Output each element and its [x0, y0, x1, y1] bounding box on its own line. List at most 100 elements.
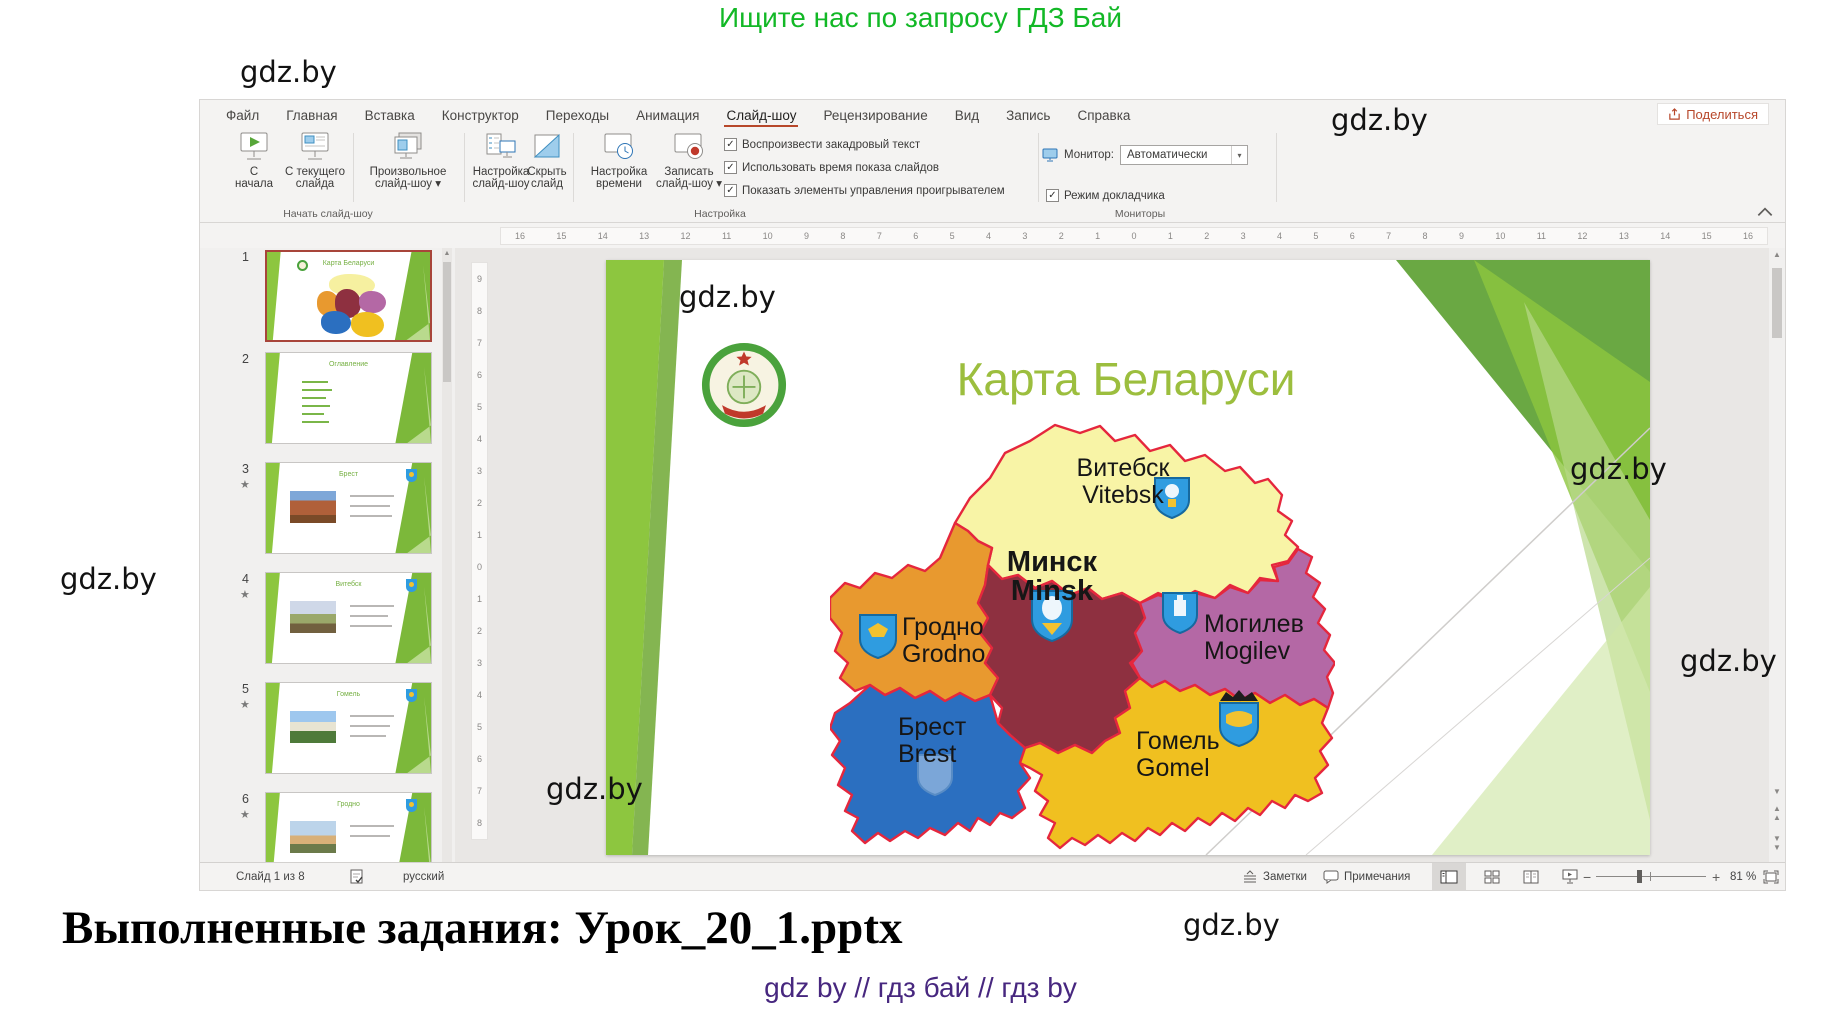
tab-animations[interactable]: Анимация — [636, 108, 699, 123]
zoom-slider-thumb[interactable] — [1637, 870, 1642, 883]
hide-slide-icon — [529, 131, 565, 163]
slide-scrollbar[interactable]: ▲ ▼ ▲▲ ▼▼ — [1769, 248, 1785, 862]
zoom-slider-track[interactable] — [1596, 876, 1706, 877]
transition-star-icon: ★ — [240, 478, 250, 491]
slide-thumbnail-2[interactable]: Оглавление — [265, 352, 432, 444]
map-label-vitebsk-en: Vitebsk — [1082, 481, 1164, 509]
collapse-ribbon-icon[interactable] — [1757, 206, 1773, 218]
from-current-slide-button[interactable]: С текущего слайда — [284, 131, 346, 190]
notes-button[interactable]: Заметки — [1242, 863, 1307, 890]
tab-insert[interactable]: Вставка — [365, 108, 415, 123]
language-indicator[interactable]: русский — [403, 863, 444, 890]
tab-design[interactable]: Конструктор — [442, 108, 519, 123]
zoom-out-button[interactable]: − — [1583, 863, 1591, 890]
watermark: gdz.by — [679, 280, 776, 314]
city-crest-icon — [406, 469, 417, 482]
use-timings-checkbox[interactable]: ✓ Использовать время показа слайдов — [724, 161, 939, 174]
slideshow-view-button[interactable] — [1553, 863, 1587, 890]
slide-thumbnail-panel: 1 Карта Беларуси 2 Оглавление — [200, 248, 455, 862]
tab-help[interactable]: Справка — [1077, 108, 1130, 123]
ribbon: С начала С текущего слайда Произвольное … — [200, 127, 1785, 223]
record-slideshow-button[interactable]: Записать слайд-шоу ▾ — [652, 131, 726, 190]
from-beginning-button[interactable]: С начала — [226, 131, 282, 190]
previous-slide-icon[interactable]: ▲▲ — [1769, 804, 1785, 822]
city-crest-grodno — [860, 615, 896, 658]
transition-star-icon: ★ — [240, 698, 250, 711]
promo-banner: Ищите нас по запросу ГДЗ Бай — [0, 2, 1841, 34]
play-from-beginning-icon — [236, 131, 272, 163]
tab-view[interactable]: Вид — [955, 108, 979, 123]
tab-transitions[interactable]: Переходы — [546, 108, 609, 123]
share-button[interactable]: Поделиться — [1657, 103, 1769, 125]
tab-record[interactable]: Запись — [1006, 108, 1050, 123]
presenter-view-checkbox[interactable]: ✓ Режим докладчика — [1046, 189, 1165, 202]
powerpoint-window: Файл Главная Вставка Конструктор Переход… — [200, 100, 1785, 890]
map-label-gomel-ru: Гомель — [1136, 727, 1220, 755]
rehearse-timings-button[interactable]: Настройка времени — [588, 131, 650, 190]
reading-view-button[interactable] — [1514, 863, 1548, 890]
group-label-start-slideshow: Начать слайд-шоу — [218, 208, 438, 220]
thumbnail-row: 1 Карта Беларуси — [200, 250, 455, 342]
region-grodno — [830, 523, 998, 701]
scroll-up-icon[interactable]: ▲ — [1769, 250, 1785, 259]
horizontal-ruler: 16 15 14 13 12 11 10 9 8 7 6 5 4 3 2 1 0… — [500, 227, 1768, 245]
city-crest-icon — [406, 799, 417, 812]
chevron-down-icon: ▾ — [1231, 146, 1247, 164]
monitor-icon — [1042, 148, 1058, 162]
fit-slide-to-window-button[interactable] — [1763, 863, 1779, 890]
group-label-monitors: Мониторы — [1040, 208, 1240, 220]
normal-view-button[interactable] — [1432, 863, 1466, 890]
tab-file[interactable]: Файл — [226, 108, 259, 123]
slideshow-view-icon — [1562, 869, 1578, 884]
watermark: gdz.by — [1331, 103, 1428, 137]
fit-to-window-icon — [1763, 870, 1779, 884]
map-label-grodno-en: Grodno — [902, 640, 985, 668]
thumb-title: Карта Беларуси — [267, 260, 430, 267]
monitor-dropdown[interactable]: Автоматически ▾ — [1120, 145, 1248, 165]
slide-number: 6 — [242, 792, 249, 806]
play-narrations-checkbox[interactable]: ✓ Воспроизвести закадровый текст — [724, 138, 920, 151]
belarus-map[interactable]: Витебск Vitebsk Минск Minsk Гродно Grodn… — [830, 423, 1335, 855]
monitor-label: Монитор: — [1064, 149, 1114, 161]
show-media-controls-checkbox[interactable]: ✓ Показать элементы управления проигрыва… — [724, 184, 1005, 197]
custom-slideshow-button[interactable]: Произвольное слайд-шоу ▾ — [360, 131, 456, 190]
tab-review[interactable]: Рецензирование — [823, 108, 927, 123]
slide-sorter-view-button[interactable] — [1475, 863, 1509, 890]
slide-canvas[interactable]: Карта Беларуси — [606, 260, 1650, 855]
notes-icon — [1242, 870, 1258, 883]
slide-thumbnail-4[interactable]: Витебск — [265, 572, 432, 664]
map-label-vitebsk-ru: Витебск — [1077, 454, 1171, 482]
hide-slide-button[interactable]: Скрыть слайд — [522, 131, 572, 190]
thumb-title: Оглавление — [266, 361, 431, 368]
slide-thumbnail-1[interactable]: Карта Беларуси — [265, 250, 432, 342]
slide-thumbnail-5[interactable]: Гомель — [265, 682, 432, 774]
scrollbar-thumb[interactable] — [443, 262, 451, 382]
zoom-in-button[interactable]: + — [1712, 863, 1720, 890]
slide-editing-area: 9 8 7 6 5 4 3 2 1 0 1 2 3 4 5 6 7 8 — [455, 248, 1785, 862]
slide-number: 3 — [242, 462, 249, 476]
slide-number: 4 — [242, 572, 249, 586]
slide-thumbnail-6[interactable]: Гродно — [265, 792, 432, 862]
footer-tagline: gdz by // гдз бай // гдз by — [0, 972, 1841, 1004]
spell-check-icon[interactable] — [350, 863, 365, 890]
scroll-down-icon[interactable]: ▼ — [1769, 787, 1785, 796]
tab-home[interactable]: Главная — [286, 108, 337, 123]
dropdown-caret-icon: ▾ — [435, 178, 441, 190]
next-slide-icon[interactable]: ▼▼ — [1769, 834, 1785, 852]
map-label-brest-en: Brest — [898, 740, 956, 768]
slide-title[interactable]: Карта Беларуси — [906, 352, 1346, 406]
scrollbar-thumb[interactable] — [1772, 268, 1782, 338]
map-label-mogilev-en: Mogilev — [1204, 637, 1291, 665]
transition-star-icon: ★ — [240, 808, 250, 821]
slide-indicator: Слайд 1 из 8 — [236, 863, 305, 890]
thumbnail-scrollbar[interactable]: ▲ — [442, 248, 452, 862]
comments-button[interactable]: Примечания — [1323, 863, 1410, 890]
checkbox-checked-icon: ✓ — [724, 138, 737, 151]
slide-thumbnail-3[interactable]: Брест — [265, 462, 432, 554]
slide-number: 5 — [242, 682, 249, 696]
tab-slideshow[interactable]: Слайд-шоу — [726, 108, 796, 123]
scroll-up-icon[interactable]: ▲ — [442, 248, 452, 260]
zoom-level[interactable]: 81 % — [1730, 863, 1756, 890]
monitor-row: Монитор: Автоматически ▾ — [1042, 145, 1248, 165]
city-photo — [290, 491, 336, 523]
